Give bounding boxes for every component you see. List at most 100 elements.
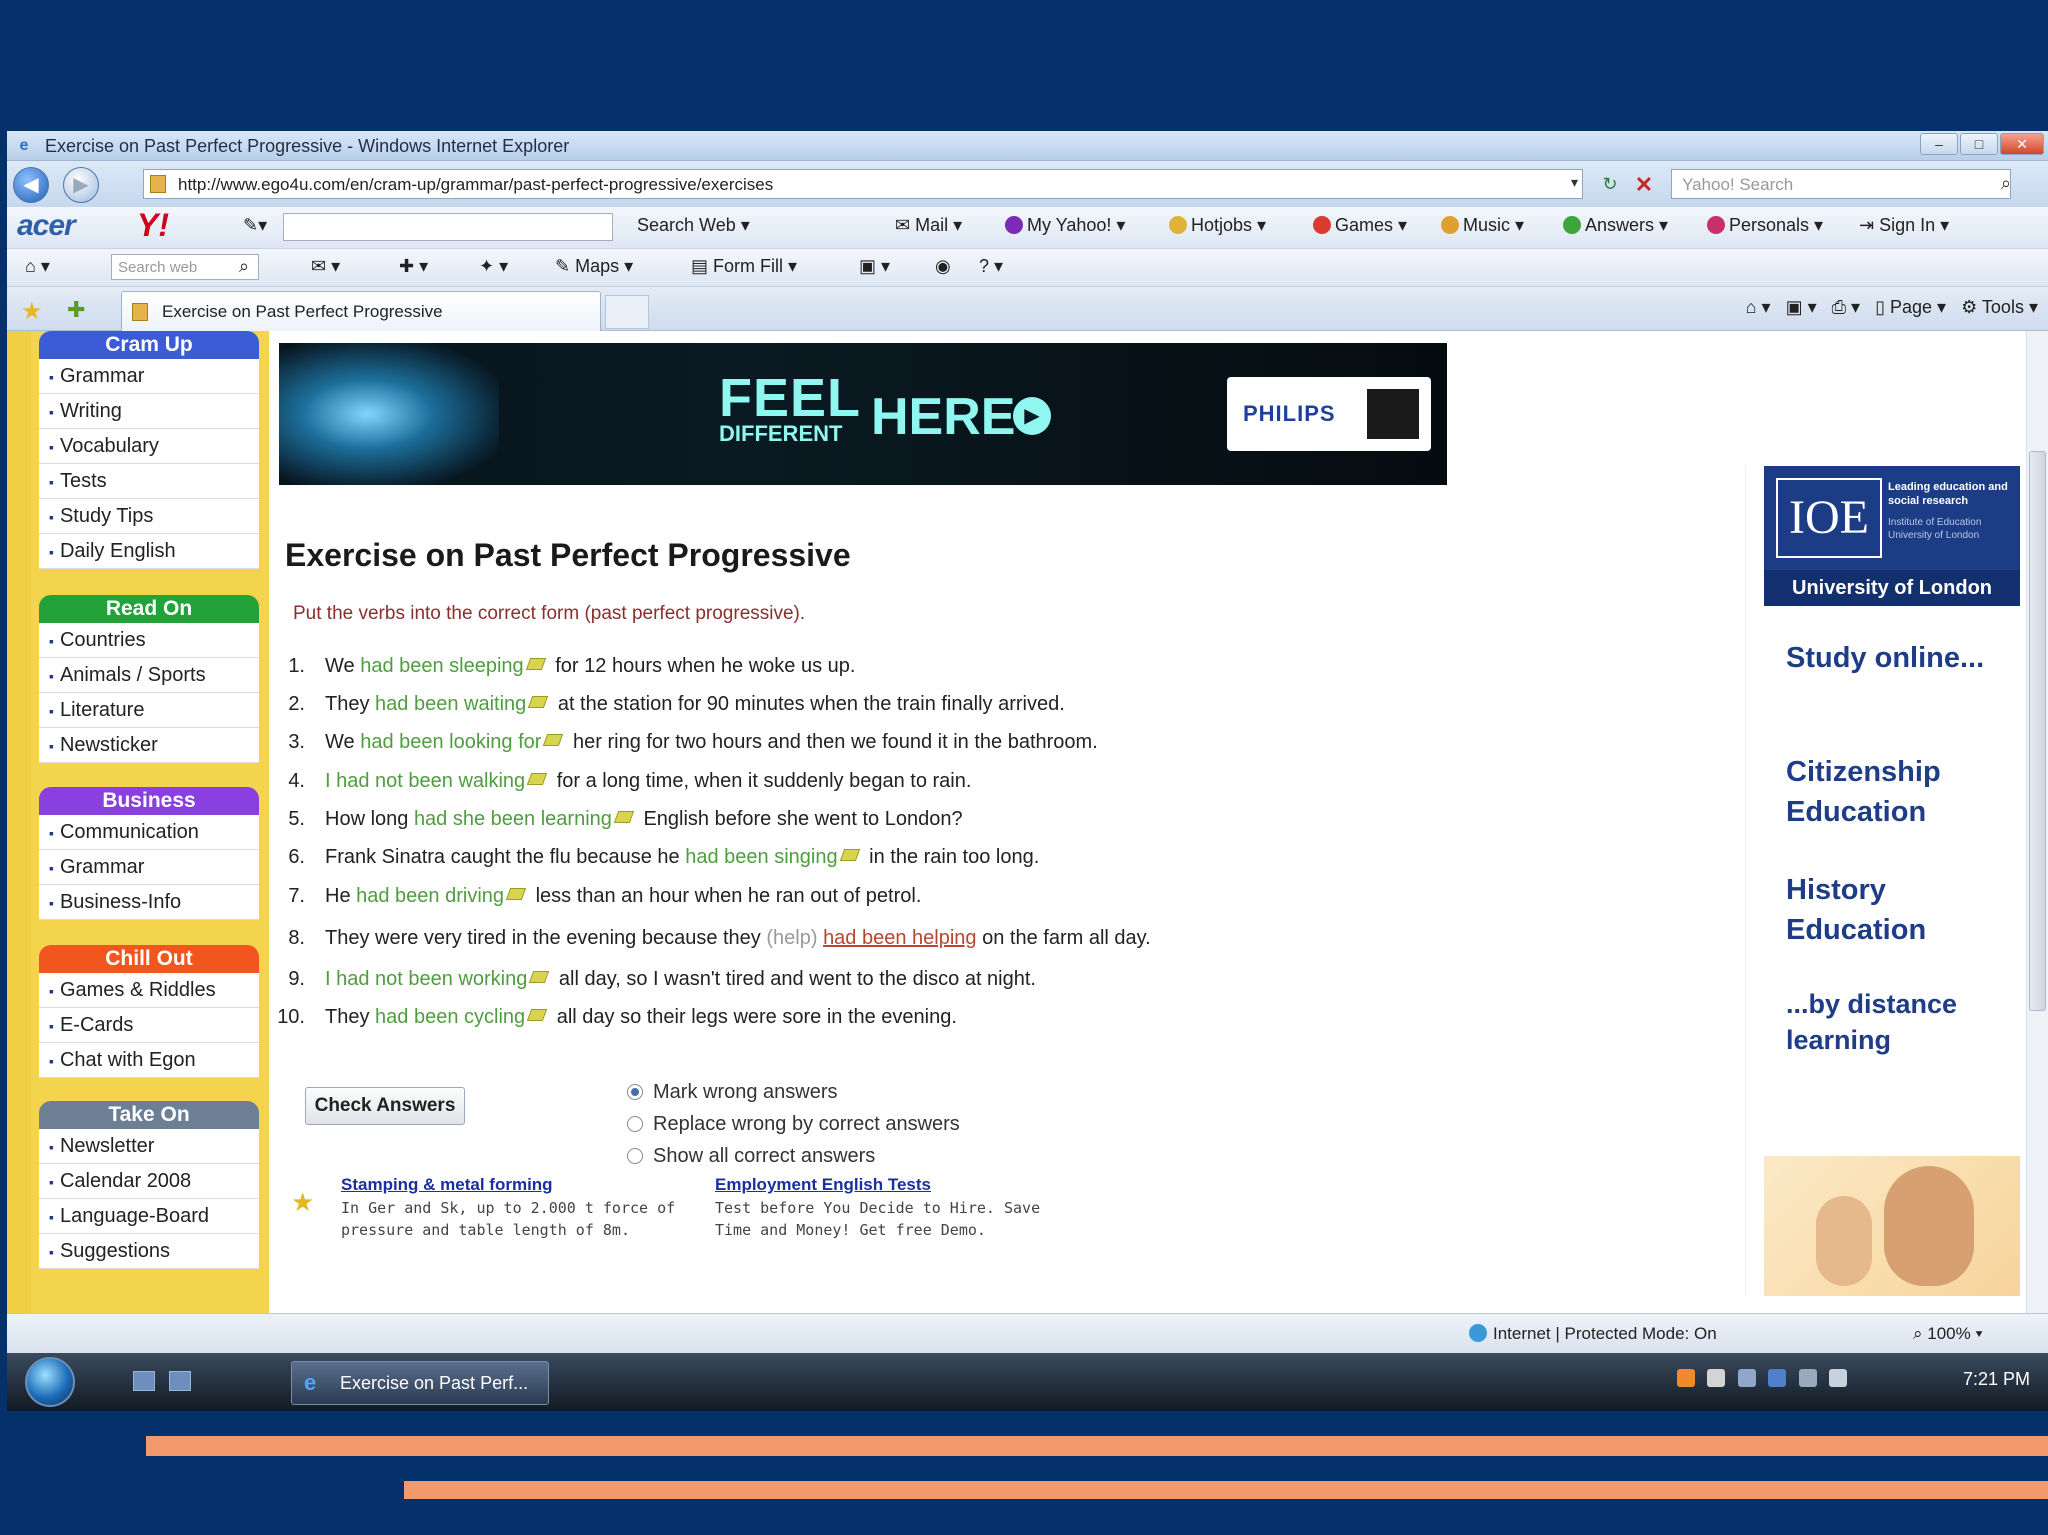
home-icon[interactable]: ⌂ ▾ <box>1746 297 1771 317</box>
page-menu[interactable]: ▯ Page ▾ <box>1875 297 1946 317</box>
back-button[interactable]: ◀ <box>13 167 49 203</box>
sidebar-item[interactable]: ▪ Games & Riddles <box>39 973 259 1008</box>
tray-icon[interactable] <box>1707 1369 1726 1387</box>
sidebar-item[interactable]: ▪ Newsticker <box>39 728 259 763</box>
search-icon[interactable]: ⌕ <box>2001 173 2011 194</box>
sidebar-item[interactable]: ▪ Daily English <box>39 534 259 569</box>
options-icon[interactable]: ▣ ▾ <box>859 256 890 277</box>
refresh-icon[interactable]: ↻ <box>1597 174 1623 198</box>
pencil-icon[interactable] <box>613 811 635 823</box>
stop-icon[interactable]: ✕ <box>1631 172 1657 197</box>
sidebar-item[interactable]: ▪ Grammar <box>39 850 259 885</box>
pencil-icon[interactable] <box>529 971 550 983</box>
start-button[interactable] <box>25 1357 75 1407</box>
pencil-icon[interactable] <box>839 849 860 861</box>
answer-input[interactable]: had been helping <box>823 927 976 949</box>
globe-icon[interactable]: ◉ <box>935 256 951 277</box>
tools-menu[interactable]: ⚙ Tools ▾ <box>1961 297 2038 317</box>
radio-show-all[interactable]: Show all correct answers <box>627 1145 875 1168</box>
forward-button[interactable]: ▶ <box>63 167 99 203</box>
search-icon[interactable]: ⌕ <box>239 256 249 277</box>
feeds-icon[interactable]: ▣ ▾ <box>1786 297 1817 317</box>
flag-icon[interactable]: ✦ ▾ <box>479 256 508 277</box>
radio-replace-wrong[interactable]: Replace wrong by correct answers <box>627 1113 960 1136</box>
radio-button[interactable] <box>627 1116 643 1132</box>
mail-icon[interactable]: ✉ ▾ <box>311 256 340 277</box>
toolbar-search-input[interactable] <box>283 213 613 241</box>
pencil-icon[interactable] <box>528 696 549 708</box>
radio-mark-wrong[interactable]: Mark wrong answers <box>627 1081 838 1104</box>
sidebar-item[interactable]: ▪ Vocabulary <box>39 429 259 464</box>
yahoo-search-input[interactable]: Yahoo! Search <box>1671 169 2011 199</box>
games-button[interactable]: Games ▾ <box>1313 215 1407 236</box>
mail-button[interactable]: ✉ Mail ▾ <box>895 215 962 236</box>
show-desktop-icon[interactable] <box>133 1371 155 1391</box>
maps-button[interactable]: ✎ Maps ▾ <box>555 256 633 277</box>
pencil-icon[interactable] <box>543 734 564 746</box>
sidebar-item[interactable]: ▪ Suggestions <box>39 1234 259 1269</box>
nav-section-title[interactable]: Read On <box>39 595 259 623</box>
personals-button[interactable]: Personals ▾ <box>1707 215 1823 236</box>
my-yahoo-button[interactable]: My Yahoo! ▾ <box>1005 215 1125 236</box>
home-icon[interactable]: ⌂ ▾ <box>25 256 50 277</box>
sidebar-item[interactable]: ▪ Tests <box>39 464 259 499</box>
radio-button[interactable] <box>627 1148 643 1164</box>
nav-section-title[interactable]: Business <box>39 787 259 815</box>
tray-icon[interactable] <box>1768 1369 1787 1387</box>
banner-ad[interactable]: FEEL DIFFERENT HERE ▶ PHILIPS <box>279 343 1447 485</box>
sidebar-item[interactable]: ▪ Grammar <box>39 359 259 394</box>
zoom-control[interactable]: ⌕ 100% ▾ <box>1913 1324 1983 1344</box>
ad-link-employment[interactable]: Employment English Tests Test before You… <box>715 1175 1040 1239</box>
yahoo-logo[interactable]: Y! <box>137 207 169 244</box>
sidebar-item[interactable]: ▪ Writing <box>39 394 259 429</box>
vertical-scrollbar[interactable] <box>2026 331 2048 1313</box>
sidebar-item[interactable]: ▪ Communication <box>39 815 259 850</box>
pencil-icon[interactable] <box>505 888 527 900</box>
switch-windows-icon[interactable] <box>169 1371 191 1391</box>
answers-button[interactable]: Answers ▾ <box>1563 215 1668 236</box>
form-fill-button[interactable]: ▤ Form Fill ▾ <box>691 256 797 277</box>
music-button[interactable]: Music ▾ <box>1441 215 1524 236</box>
help-icon[interactable]: ? ▾ <box>979 256 1003 277</box>
pencil-icon[interactable]: ✎▾ <box>243 215 267 236</box>
volume-icon[interactable] <box>1829 1369 1848 1387</box>
security-zone[interactable]: Internet | Protected Mode: On <box>1469 1324 1717 1344</box>
sign-in-button[interactable]: ⇥ Sign In ▾ <box>1859 215 1949 236</box>
ad-link-title[interactable]: Stamping & metal forming <box>341 1175 675 1195</box>
pencil-icon[interactable] <box>525 658 546 670</box>
sidebar-item[interactable]: ▪ Study Tips <box>39 499 259 534</box>
print-icon[interactable]: ⎙ ▾ <box>1832 297 1860 317</box>
sidebar-item[interactable]: ▪ Language-Board <box>39 1199 259 1234</box>
minimize-button[interactable]: – <box>1920 133 1958 155</box>
nav-section-title[interactable]: Take On <box>39 1101 259 1129</box>
scrollbar-thumb[interactable] <box>2029 451 2046 1011</box>
favorites-star-icon[interactable]: ★ <box>21 297 43 326</box>
taskbar-ie-button[interactable]: e Exercise on Past Perf... <box>291 1361 549 1405</box>
new-tab-button[interactable] <box>605 295 649 329</box>
sidebar-item[interactable]: ▪ Calendar 2008 <box>39 1164 259 1199</box>
add-favorites-icon[interactable]: ✚ <box>67 297 85 323</box>
ad-link-stamping[interactable]: Stamping & metal forming In Ger and Sk, … <box>341 1175 675 1239</box>
check-answers-button[interactable]: Check Answers <box>305 1087 465 1125</box>
nav-section-title[interactable]: Chill Out <box>39 945 259 973</box>
play-icon[interactable]: ▶ <box>1013 397 1051 435</box>
search-web-button[interactable]: Search Web ▾ <box>637 215 750 236</box>
pencil-icon[interactable] <box>526 773 548 785</box>
toolbar2-search-input[interactable]: Search web <box>111 254 259 280</box>
maximize-button[interactable]: □ <box>1960 133 1998 155</box>
hotjobs-button[interactable]: Hotjobs ▾ <box>1169 215 1266 236</box>
radio-button[interactable] <box>627 1084 643 1100</box>
pencil-icon[interactable] <box>526 1009 548 1021</box>
sidebar-item[interactable]: ▪ E-Cards <box>39 1008 259 1043</box>
address-bar[interactable]: http://www.ego4u.com/en/cram-up/grammar/… <box>143 169 1583 199</box>
tray-icon[interactable] <box>1737 1369 1756 1387</box>
close-button[interactable]: ✕ <box>2000 133 2044 155</box>
right-ad[interactable]: IOE Leading education and social researc… <box>1745 466 2023 1296</box>
add-icon[interactable]: ✚ ▾ <box>399 256 428 277</box>
sidebar-item[interactable]: ▪ Newsletter <box>39 1129 259 1164</box>
sidebar-item[interactable]: ▪ Chat with Egon <box>39 1043 259 1078</box>
tray-icon[interactable] <box>1677 1369 1695 1387</box>
chevron-down-icon[interactable]: ▾ <box>1571 174 1578 191</box>
nav-section-title[interactable]: Cram Up <box>39 331 259 359</box>
sidebar-item[interactable]: ▪ Countries <box>39 623 259 658</box>
